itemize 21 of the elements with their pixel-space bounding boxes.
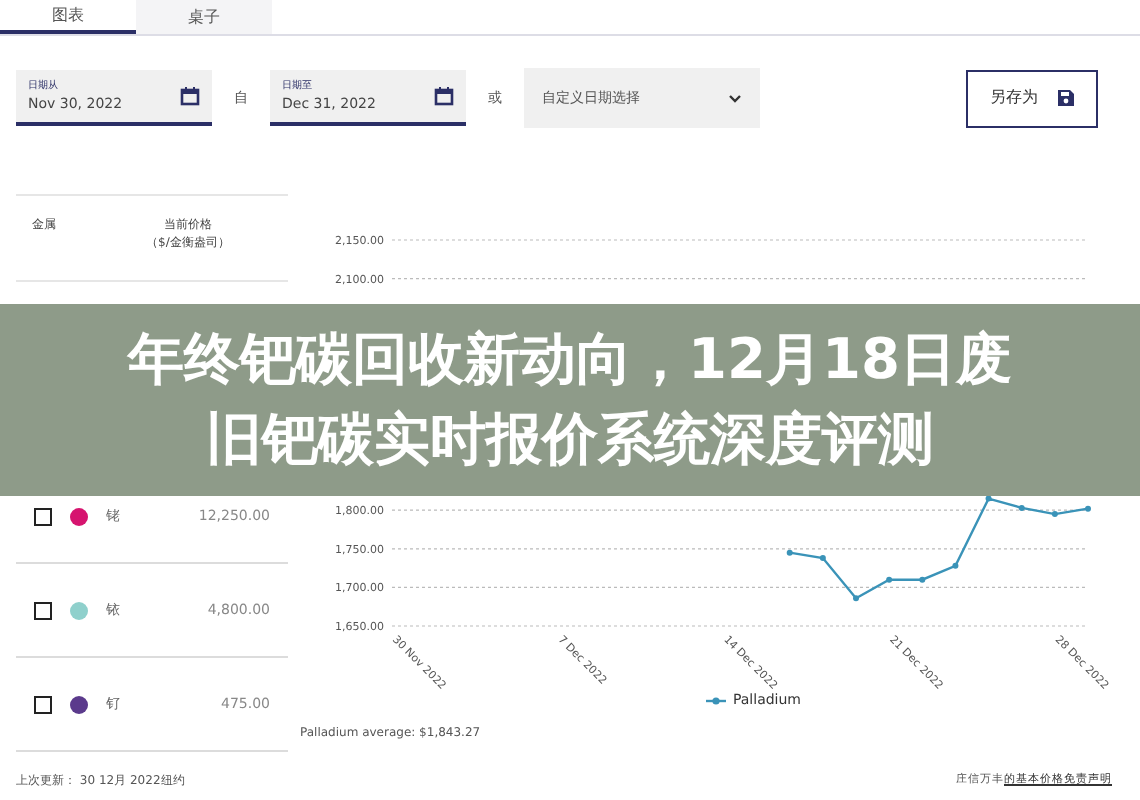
point	[1051, 511, 1058, 518]
point	[985, 495, 992, 502]
point	[786, 549, 793, 556]
point	[952, 562, 959, 569]
banner-title: 年终钯碳回收新动向，12月18日废	[128, 324, 1012, 396]
legend-line-icon	[706, 695, 727, 706]
checkbox[interactable]	[34, 695, 52, 713]
calendar-icon	[180, 86, 200, 106]
checkbox[interactable]	[34, 507, 52, 525]
point	[886, 576, 893, 583]
checkbox[interactable]	[34, 601, 52, 619]
banner-title: 旧钯碳实时报价系统深度评测	[206, 404, 934, 476]
point	[853, 595, 859, 602]
chevron-down-icon	[728, 93, 742, 103]
tab[interactable]: 桌子	[136, 0, 272, 34]
point	[1018, 504, 1025, 511]
save-as-button[interactable]: 另存为	[966, 69, 1098, 127]
point	[919, 576, 926, 583]
point	[1085, 505, 1091, 512]
tab[interactable]: 图表	[0, 0, 136, 34]
calendar-icon	[434, 86, 454, 106]
